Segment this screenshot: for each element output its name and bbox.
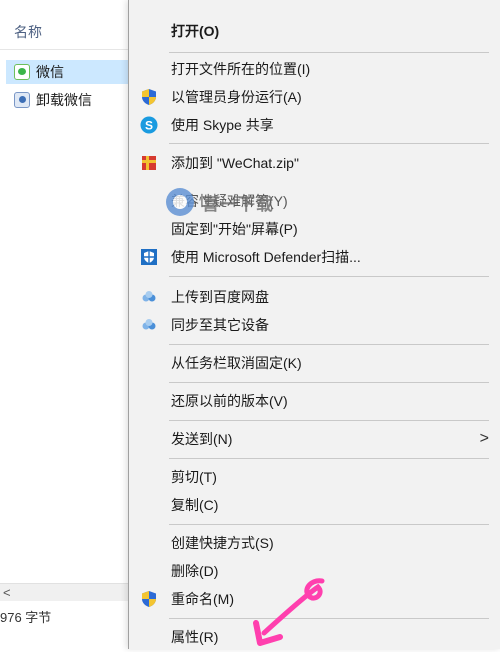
menu-separator	[169, 420, 489, 421]
horizontal-scrollbar[interactable]: <	[0, 583, 130, 601]
menu-item-label: 添加到 "WeChat.zip"	[171, 155, 299, 171]
uac-shield-icon	[142, 591, 156, 607]
menu-item-open-location[interactable]: 打开文件所在的位置(I)	[129, 54, 500, 84]
menu-item-copy[interactable]: 复制(C)	[129, 490, 500, 520]
menu-item-label: 还原以前的版本(V)	[171, 393, 288, 409]
menu-item-label: 从任务栏取消固定(K)	[171, 355, 302, 371]
file-name: 卸载微信	[36, 92, 92, 108]
menu-item-send-to[interactable]: 发送到(N) >	[129, 424, 500, 454]
watermark-logo-icon	[166, 188, 194, 216]
scroll-left-icon[interactable]: <	[3, 584, 11, 601]
status-bar-size: 976 字节	[0, 610, 52, 625]
baidu-cloud-icon	[142, 291, 156, 302]
menu-item-restore-versions[interactable]: 还原以前的版本(V)	[129, 386, 500, 416]
file-item-uninstall[interactable]: 卸载微信	[6, 88, 130, 112]
uac-shield-icon	[142, 89, 156, 105]
menu-item-label: 使用 Microsoft Defender扫描...	[171, 249, 361, 265]
baidu-cloud-icon	[142, 319, 156, 330]
menu-item-label: 属性(R)	[171, 629, 219, 645]
menu-item-label: 发送到(N)	[171, 431, 233, 447]
menu-separator	[169, 382, 489, 383]
menu-item-label: 以管理员身份运行(A)	[171, 89, 302, 105]
watermark-text: 喜一下载	[202, 194, 274, 214]
svg-text:S: S	[145, 119, 153, 133]
menu-item-baidu-upload[interactable]: 上传到百度网盘	[129, 282, 500, 312]
menu-item-defender-scan[interactable]: 使用 Microsoft Defender扫描...	[129, 242, 500, 272]
context-menu: 打开(O) 打开文件所在的位置(I) 以管理员身份运行(A) S 使用 Skyp…	[128, 0, 500, 649]
menu-separator	[169, 344, 489, 345]
skype-icon: S	[140, 116, 158, 134]
menu-separator	[169, 458, 489, 459]
menu-item-label: 上传到百度网盘	[171, 289, 269, 305]
menu-item-label: 同步至其它设备	[171, 317, 269, 333]
menu-item-label: 复制(C)	[171, 497, 219, 513]
menu-item-run-as-admin[interactable]: 以管理员身份运行(A)	[129, 82, 500, 112]
menu-item-unpin-taskbar[interactable]: 从任务栏取消固定(K)	[129, 348, 500, 378]
menu-item-label: 使用 Skype 共享	[171, 117, 274, 133]
menu-item-label: 重命名(M)	[171, 591, 234, 607]
menu-item-skype-share[interactable]: S 使用 Skype 共享	[129, 110, 500, 140]
uninstall-icon	[14, 92, 30, 108]
menu-item-create-shortcut[interactable]: 创建快捷方式(S)	[129, 528, 500, 558]
menu-item-label: 创建快捷方式(S)	[171, 535, 274, 551]
file-item-wechat[interactable]: 微信	[6, 60, 130, 84]
menu-item-label: 打开(O)	[171, 23, 220, 39]
watermark: 喜一下载	[166, 182, 274, 222]
menu-item-sync-devices[interactable]: 同步至其它设备	[129, 310, 500, 340]
wechat-icon	[14, 64, 30, 80]
name-column-header[interactable]: 名称	[0, 14, 130, 50]
archive-icon	[142, 156, 156, 170]
menu-item-label: 打开文件所在的位置(I)	[171, 61, 311, 77]
menu-item-label: 剪切(T)	[171, 469, 217, 485]
menu-separator	[169, 276, 489, 277]
menu-item-cut[interactable]: 剪切(T)	[129, 462, 500, 492]
annotation-arrow-icon	[253, 578, 325, 646]
menu-item-add-to-zip[interactable]: 添加到 "WeChat.zip"	[129, 148, 500, 178]
menu-item-open[interactable]: 打开(O)	[129, 16, 500, 46]
file-name: 微信	[36, 64, 64, 80]
defender-icon	[141, 249, 157, 265]
menu-separator	[169, 524, 489, 525]
menu-item-label: 删除(D)	[171, 563, 219, 579]
menu-separator	[169, 52, 489, 53]
menu-separator	[169, 143, 489, 144]
chevron-right-icon: >	[479, 430, 489, 447]
